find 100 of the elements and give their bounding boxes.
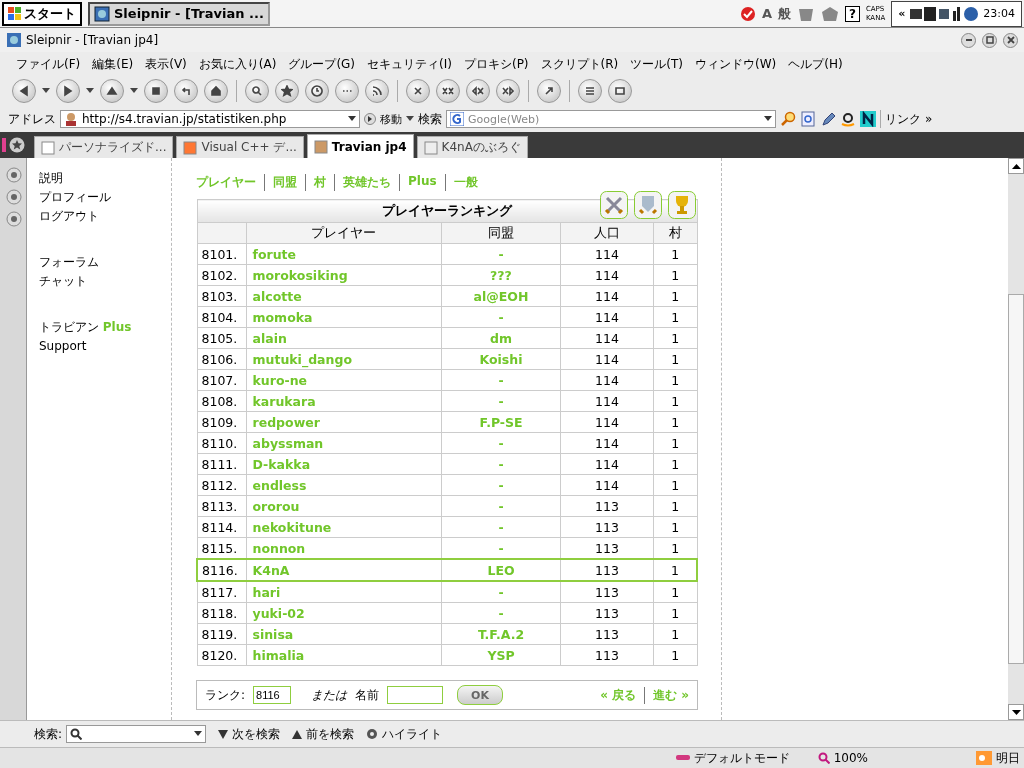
alliance-cell: - — [441, 390, 561, 412]
find-previous-button[interactable]: 前を検索 — [292, 725, 355, 743]
up-triangle-icon — [1011, 163, 1021, 169]
more-button[interactable]: » — [925, 112, 933, 126]
globe-window-icon — [94, 5, 110, 22]
scroll-up-button[interactable] — [1008, 158, 1024, 174]
group-button[interactable] — [335, 79, 359, 103]
ime-indicator[interactable]: 般 — [777, 4, 791, 23]
sidebar-link[interactable]: トラビアン Plus — [39, 319, 171, 335]
zoom-indicator[interactable]: 100% — [817, 751, 868, 765]
sidebar-link[interactable]: Support — [39, 338, 171, 354]
forward-arrow-icon — [62, 85, 74, 97]
rank-field[interactable]: 8116 — [253, 686, 292, 704]
population-cell: 114 — [560, 243, 654, 265]
list-button[interactable] — [578, 79, 602, 103]
search-icon — [70, 728, 83, 740]
menu-item[interactable]: 編集(E) — [92, 55, 134, 73]
up-button[interactable] — [100, 79, 124, 103]
crossed-swords-icon[interactable] — [600, 191, 628, 219]
window-button[interactable] — [608, 79, 632, 103]
dropdown-arrow-icon[interactable] — [764, 116, 772, 122]
menu-item[interactable]: ツール(T) — [630, 55, 683, 73]
scroll-down-button[interactable] — [1008, 704, 1024, 720]
undo-button[interactable] — [174, 79, 198, 103]
sidebar-link[interactable]: チャット — [39, 273, 171, 289]
population-cell: 113 — [560, 602, 654, 624]
links-label[interactable]: リンク — [885, 110, 921, 128]
menu-item[interactable]: グループ(G) — [288, 55, 356, 73]
web-search-field[interactable]: Google(Web) — [446, 110, 776, 128]
browser-tab[interactable]: K4nAのぶろぐ — [416, 136, 528, 158]
page-search-icon[interactable] — [800, 111, 816, 127]
scroll-thumb[interactable] — [1008, 294, 1024, 664]
dropdown-arrow-icon[interactable] — [86, 88, 94, 94]
search-icon[interactable] — [780, 111, 796, 127]
favorite-button[interactable] — [275, 79, 299, 103]
close-all-button[interactable] — [436, 79, 460, 103]
name-field[interactable] — [387, 686, 444, 704]
close-tab-button[interactable] — [406, 79, 430, 103]
stop-button[interactable] — [144, 79, 168, 103]
search-button[interactable] — [245, 79, 269, 103]
dropdown-arrow-icon[interactable] — [348, 116, 356, 122]
home-button[interactable] — [204, 79, 228, 103]
close-button[interactable] — [1003, 32, 1018, 48]
star-icon[interactable] — [9, 137, 25, 153]
sidebar-link[interactable]: 説明 — [39, 170, 171, 186]
dropdown-arrow-icon[interactable] — [130, 88, 138, 94]
menu-item[interactable]: セキュリティ(I) — [367, 55, 452, 73]
menu-item[interactable]: ヘルプ(H) — [788, 55, 843, 73]
sidebar-link[interactable]: フォーラム — [39, 254, 171, 270]
close-left-button[interactable] — [466, 79, 490, 103]
villages-cell: 1 — [653, 264, 697, 286]
population-cell: 113 — [560, 559, 654, 581]
ime-indicator[interactable]: A — [761, 6, 772, 21]
weather-indicator[interactable]: 明日 — [976, 749, 1020, 767]
alliance-cell: - — [441, 495, 561, 517]
menu-item[interactable]: 表示(V) — [145, 55, 187, 73]
help-button[interactable]: ? — [844, 5, 860, 22]
sidebar-link[interactable]: ログアウト — [39, 208, 171, 224]
back-button[interactable] — [12, 79, 36, 103]
scrollbar[interactable] — [1008, 158, 1024, 720]
rank-cell: 8101. — [197, 243, 246, 265]
mode-indicator[interactable]: デフォルトモード — [675, 749, 790, 767]
close-right-button[interactable] — [496, 79, 520, 103]
feed-panel-icon[interactable] — [4, 210, 22, 228]
dropdown-arrow-icon[interactable] — [406, 116, 414, 122]
restore-button[interactable] — [982, 32, 997, 48]
menu-item[interactable]: スクリプト(R) — [540, 55, 619, 73]
menu-item[interactable]: お気に入り(A) — [198, 55, 277, 73]
sidebar-link[interactable]: プロフィール — [39, 189, 171, 205]
ok-button[interactable]: OK — [457, 685, 504, 705]
highlighter-icon[interactable] — [820, 111, 836, 127]
browser-tab[interactable]: Travian jp4 — [306, 134, 414, 158]
forward-button[interactable] — [56, 79, 80, 103]
menu-item[interactable]: プロキシ(P) — [463, 55, 529, 73]
memo-panel-icon[interactable] — [4, 188, 22, 206]
browser-tab[interactable]: パーソナライズド... — [34, 136, 174, 158]
minimize-button[interactable] — [961, 32, 976, 48]
address-field[interactable]: http://s4.travian.jp/statistiken.php — [60, 110, 360, 128]
feed-button[interactable] — [365, 79, 389, 103]
highlight-button[interactable]: ハイライト — [366, 725, 443, 743]
find-next-button[interactable]: 次を検索 — [218, 725, 281, 743]
taskbar-task[interactable]: Sleipnir - [Travian ... — [88, 1, 270, 26]
menu-item[interactable]: ファイル(F) — [16, 55, 81, 73]
find-field[interactable] — [66, 725, 207, 743]
amazon-logo-icon[interactable] — [840, 111, 856, 127]
history-button[interactable] — [305, 79, 329, 103]
history-panel-icon[interactable] — [4, 166, 22, 184]
villages-cell: 1 — [653, 432, 697, 454]
expand-button[interactable] — [537, 79, 561, 103]
list-icon — [584, 85, 596, 97]
start-button[interactable]: スタート — [2, 1, 82, 26]
menu-item[interactable]: ウィンドウ(W) — [694, 55, 777, 73]
go-button[interactable]: 移動 — [364, 111, 402, 127]
villages-cell: 1 — [653, 411, 697, 433]
dropdown-arrow-icon[interactable] — [194, 731, 203, 737]
browser-tab[interactable]: Visual C++ デ... — [176, 136, 304, 158]
tray-expand-button[interactable]: « — [898, 7, 906, 20]
n-logo-icon[interactable] — [860, 111, 876, 127]
dropdown-arrow-icon[interactable] — [42, 88, 50, 94]
google-logo-icon — [450, 112, 464, 126]
